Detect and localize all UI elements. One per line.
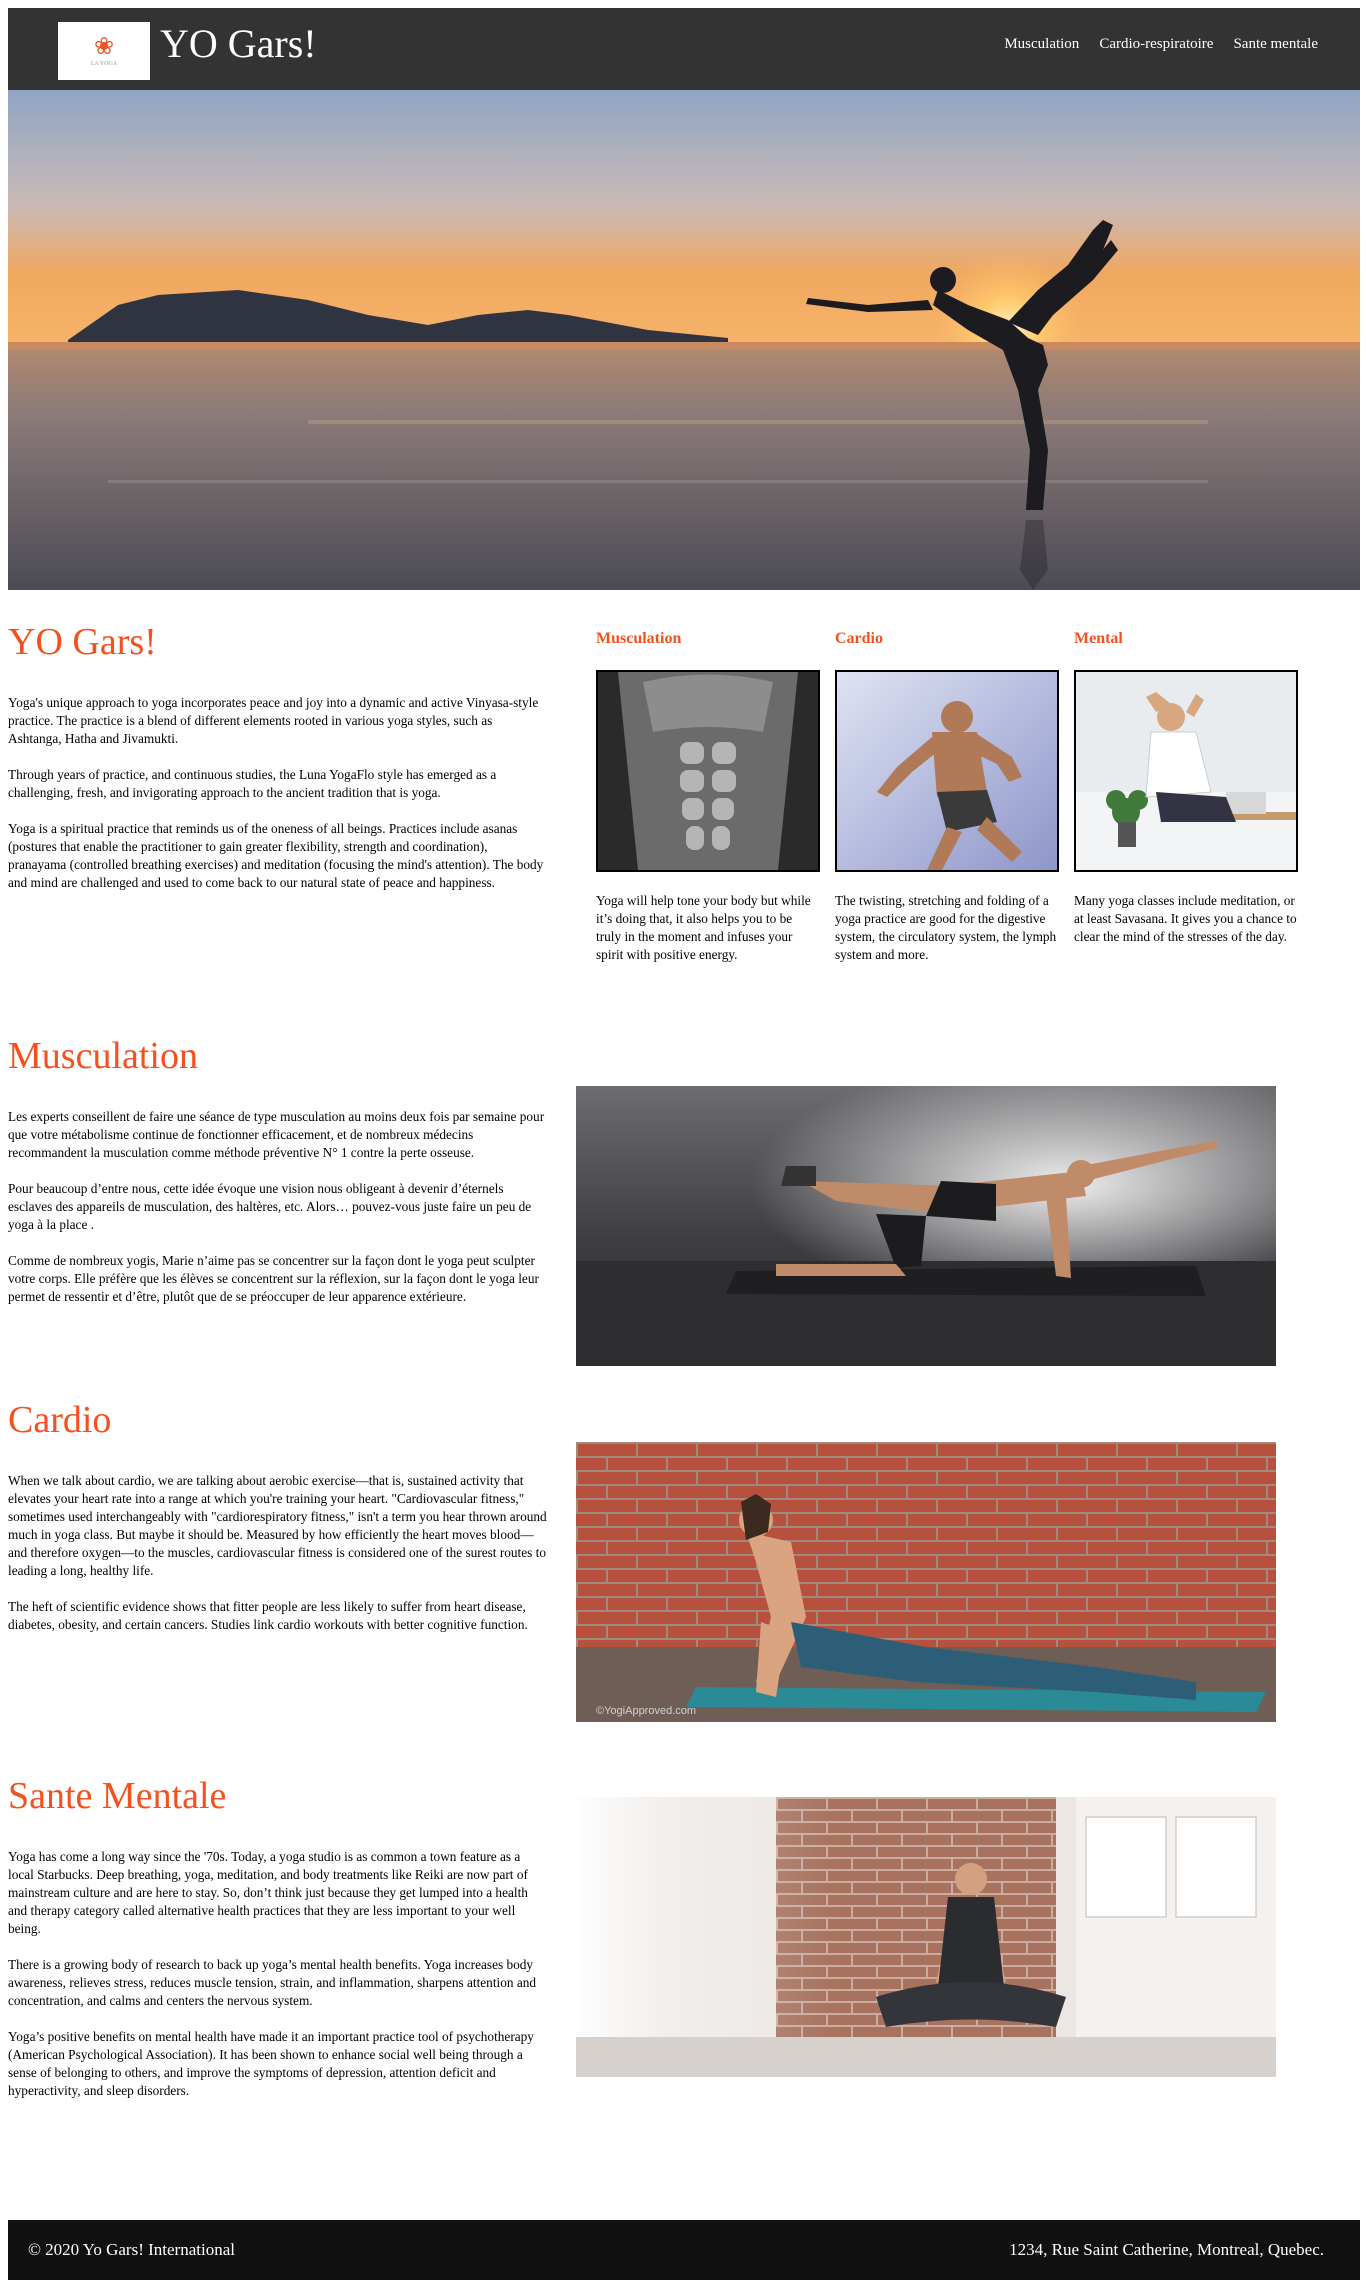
hero-image: [8, 90, 1360, 590]
feature-text: The twisting, stretching and folding of …: [835, 893, 1057, 962]
musculation-image: [576, 1086, 1276, 1366]
mental-paragraph: Yoga has come a long way since the '70s.…: [8, 1849, 528, 1936]
logo[interactable]: ❀ LA YOGA: [58, 22, 150, 80]
lotus-icon: ❀: [93, 34, 115, 60]
nav-link-mental[interactable]: Sante mentale: [1233, 36, 1318, 53]
navbar: ❀ LA YOGA YO Gars! Musculation Cardio-re…: [8, 8, 1360, 90]
feature-text: Yoga will help tone your body but while …: [596, 893, 811, 962]
intro-paragraph: Through years of practice, and continuou…: [8, 767, 497, 800]
musculation-section: Musculation Les experts conseillent de f…: [8, 1034, 548, 1324]
feature-title: Cardio: [835, 630, 883, 647]
cardio-section: Cardio When we talk about cardio, we are…: [8, 1398, 548, 1652]
feature-text: Many yoga classes include meditation, or…: [1074, 893, 1297, 944]
mental-title: Sante Mentale: [8, 1775, 227, 1817]
cardio-image: ©YogiApproved.com: [576, 1442, 1276, 1722]
feature-image-relax: [1074, 670, 1298, 872]
feature-mental: Mental Many yoga classes include meditat…: [1074, 630, 1298, 946]
intro-paragraph: Yoga's unique approach to yoga incorpora…: [8, 695, 539, 746]
logo-text: LA YOGA: [90, 61, 118, 67]
mental-image: [576, 1797, 1276, 2077]
nav-links: Musculation Cardio-respiratoire Sante me…: [1004, 36, 1318, 53]
intro-section: YO Gars! Yoga's unique approach to yoga …: [8, 620, 548, 910]
nav-link-cardio[interactable]: Cardio-respiratoire: [1099, 36, 1213, 53]
footer-copyright: © 2020 Yo Gars! International: [28, 2240, 235, 2259]
footer-address: 1234, Rue Saint Catherine, Montreal, Que…: [1009, 2240, 1324, 2259]
footer: © 2020 Yo Gars! International 1234, Rue …: [8, 2220, 1360, 2280]
brand-title[interactable]: YO Gars!: [160, 22, 317, 66]
mental-section: Sante Mentale Yoga has come a long way s…: [8, 1774, 548, 2118]
feature-title: Musculation: [596, 630, 682, 647]
cardio-title: Cardio: [8, 1399, 112, 1441]
cardio-paragraph: When we talk about cardio, we are talkin…: [8, 1473, 547, 1578]
watermark-text: ©YogiApproved.com: [596, 1705, 696, 1717]
musculation-paragraph: Les experts conseillent de faire une séa…: [8, 1109, 545, 1160]
mental-paragraph: Yoga’s positive benefits on mental healt…: [8, 2029, 534, 2098]
musculation-paragraph: Pour beaucoup d’entre nous, cette idée é…: [8, 1181, 532, 1232]
feature-image-abs: [596, 670, 820, 872]
cardio-paragraph: The heft of scientific evidence shows th…: [8, 1599, 528, 1632]
nav-link-musculation[interactable]: Musculation: [1004, 36, 1079, 53]
intro-paragraph: Yoga is a spiritual practice that remind…: [8, 821, 544, 890]
musculation-title: Musculation: [8, 1035, 198, 1077]
musculation-paragraph: Comme de nombreux yogis, Marie n’aime pa…: [8, 1253, 539, 1304]
mental-paragraph: There is a growing body of research to b…: [8, 1957, 537, 2008]
feature-title: Mental: [1074, 630, 1123, 647]
intro-title: YO Gars!: [8, 621, 157, 663]
feature-cardio: Cardio The twisting, stretching and fold…: [835, 630, 1059, 964]
feature-musculation: Musculation Yoga will help tone your bod…: [596, 630, 820, 964]
feature-image-runner: [835, 670, 1059, 872]
